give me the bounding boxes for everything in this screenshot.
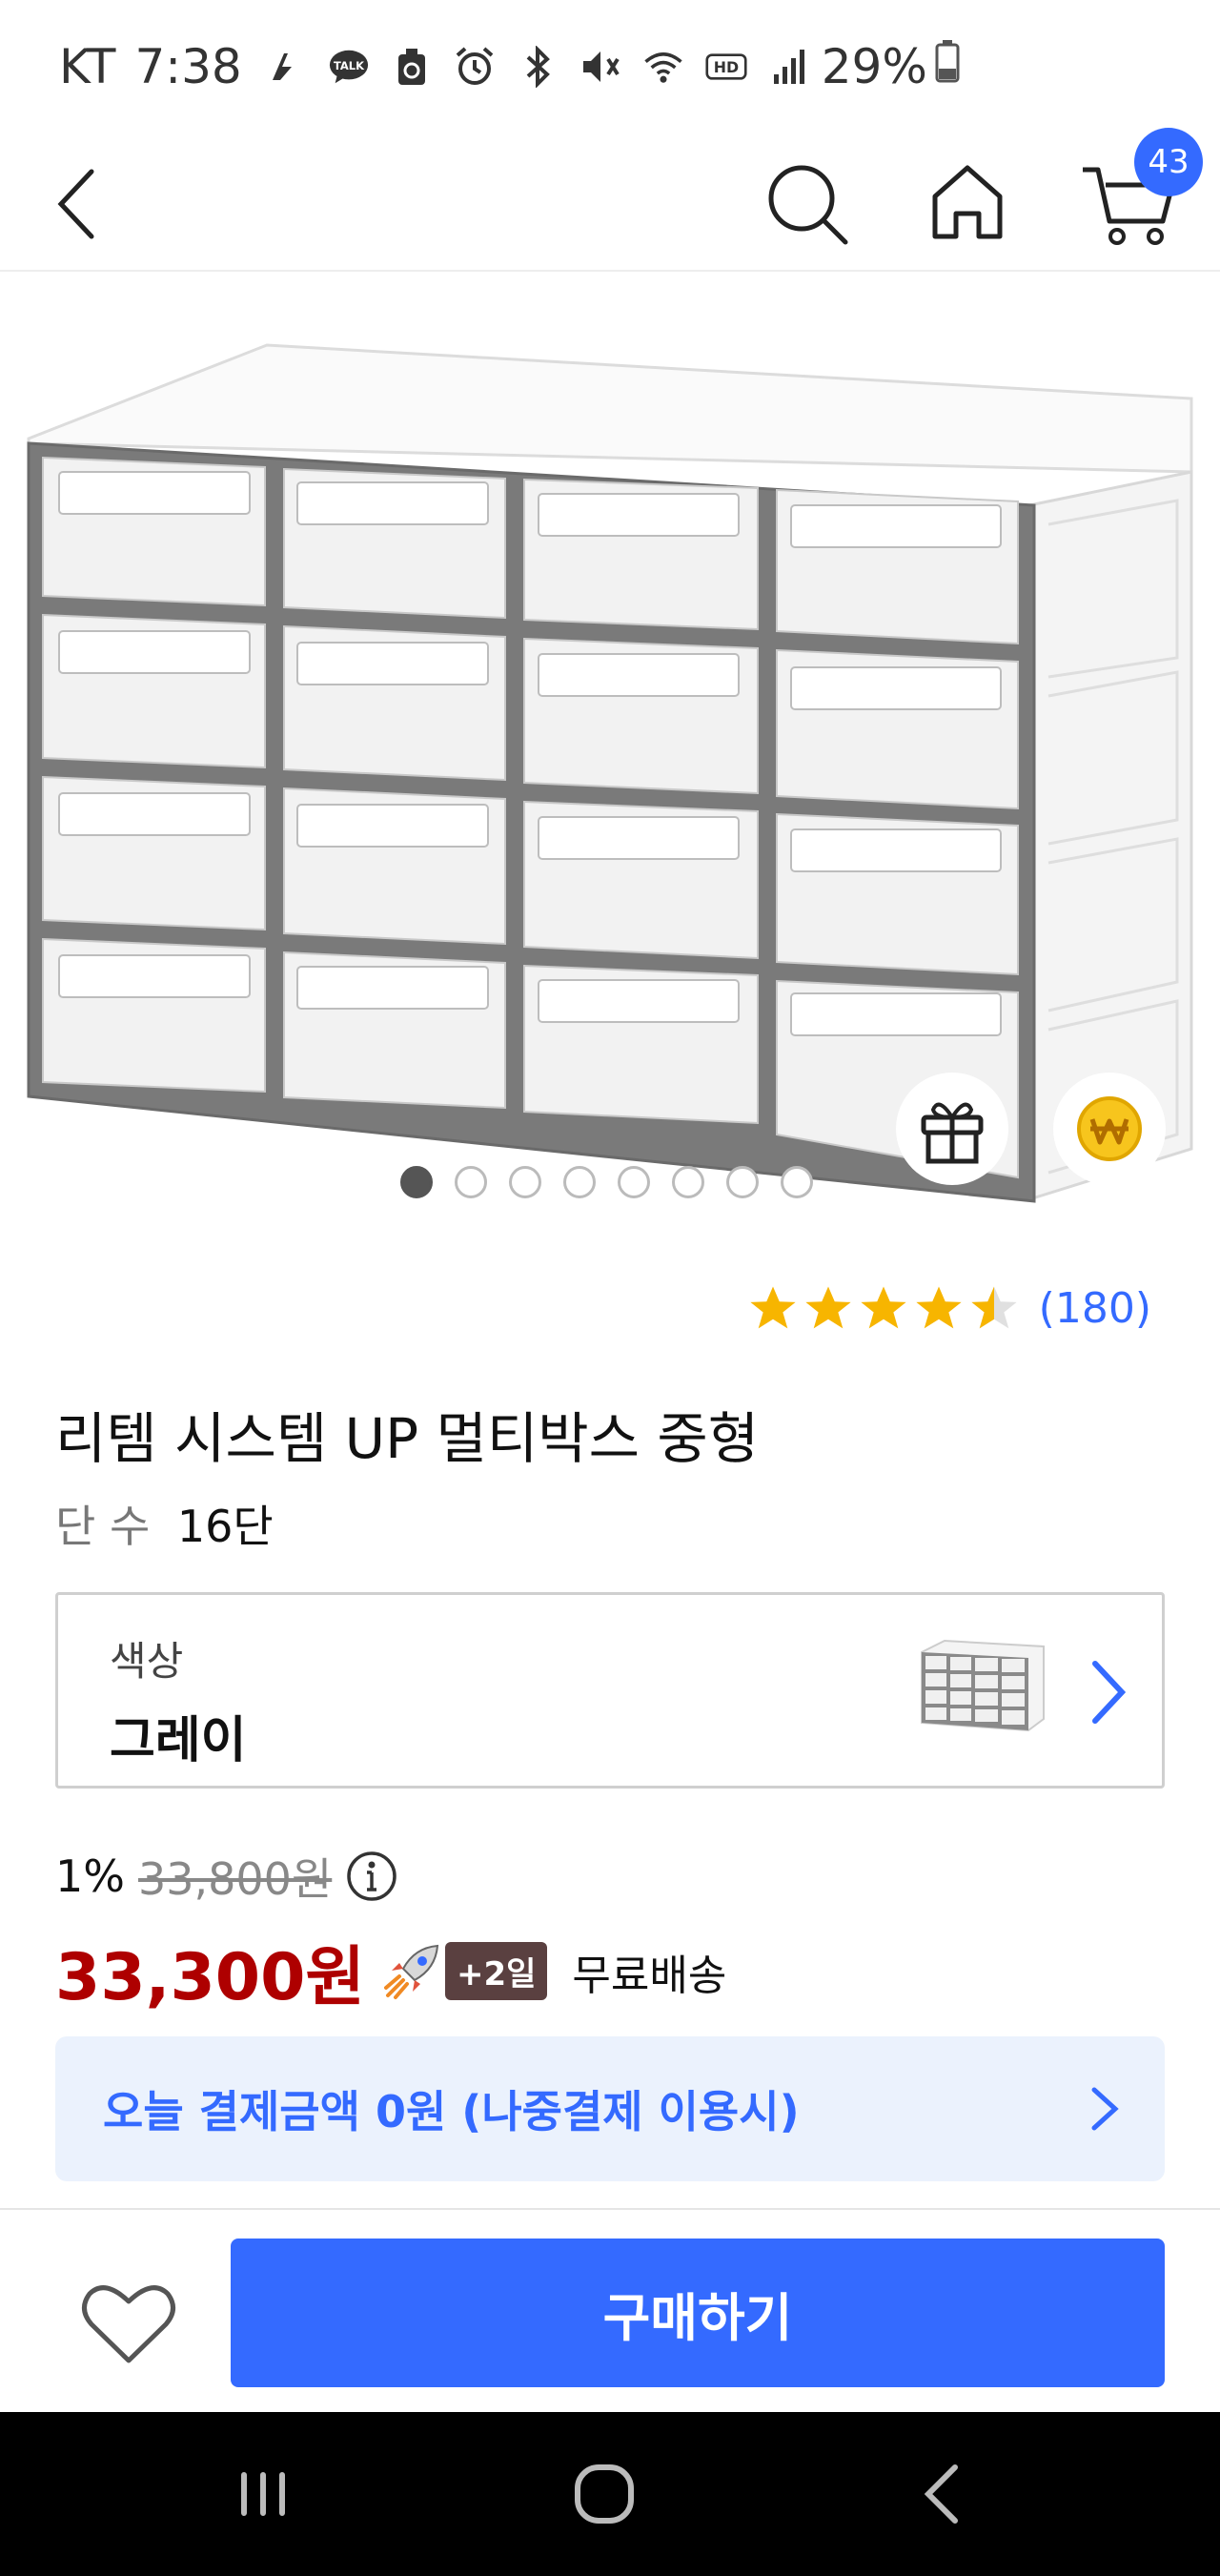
home-icon [932, 165, 1003, 239]
home-button[interactable] [920, 154, 1015, 250]
original-price: 33,800원 [137, 1853, 333, 1905]
review-count[interactable]: (180) [1039, 1284, 1151, 1333]
option-label: 색상 [110, 1638, 184, 1685]
option-thumbnail [921, 1639, 1045, 1732]
spec-value: 16단 [176, 1501, 274, 1552]
rating-stars [747, 1282, 1020, 1334]
color-option-selector[interactable]: 색상 그레이 [55, 1592, 1165, 1789]
sale-price: 33,300원 [55, 1940, 365, 2015]
signal-icon [768, 46, 810, 88]
star-half-icon [971, 1286, 1017, 1329]
won-coin-icon [1077, 1096, 1142, 1161]
status-right: 29% [822, 38, 962, 95]
discount-rate: 1% [55, 1850, 125, 1902]
chevron-right-icon [1091, 2087, 1119, 2131]
star-full-icon [750, 1286, 796, 1329]
info-icon[interactable] [345, 1850, 398, 1903]
pay-later-banner[interactable]: 오늘 결제금액 0원 (나중결제 이용시) [55, 2036, 1165, 2181]
recent-apps-button[interactable] [215, 2446, 311, 2542]
search-icon [768, 165, 848, 245]
talk-icon: TALK [328, 46, 370, 88]
svg-text:TALK: TALK [334, 59, 365, 72]
gift-icon [921, 1102, 984, 1164]
pay-later-text: 오늘 결제금액 0원 (나중결제 이용시) [103, 2086, 800, 2137]
back-button[interactable] [48, 154, 143, 250]
home-circle-icon [575, 2464, 634, 2524]
gallery-dot-active[interactable] [400, 1166, 433, 1198]
back-icon [57, 169, 94, 239]
back-nav-icon [924, 2464, 958, 2524]
gallery-dots [400, 1166, 813, 1198]
free-shipping-label: 무료배송 [572, 1951, 727, 2000]
app-header [0, 133, 1220, 272]
cash-reward-button[interactable] [1053, 1073, 1166, 1185]
heart-icon [82, 2285, 175, 2363]
mute-icon [580, 46, 621, 88]
gallery-dot[interactable] [509, 1166, 541, 1198]
gallery-dot[interactable] [781, 1166, 813, 1198]
buy-button[interactable]: 구매하기 [231, 2239, 1165, 2387]
search-button[interactable] [758, 154, 853, 250]
recent-apps-icon [241, 2472, 285, 2516]
status-bar: KT 7:38 TALK HD 29% [0, 0, 1220, 133]
system-nav-bar [0, 2412, 1220, 2576]
option-value: 그레이 [110, 1712, 247, 1769]
star-full-icon [861, 1286, 906, 1329]
battery-icon [933, 38, 962, 95]
clock-label: 7:38 [134, 39, 242, 94]
star-full-icon [916, 1286, 962, 1329]
wifi-icon [642, 46, 684, 88]
status-left: KT 7:38 [59, 39, 242, 94]
gallery-dot[interactable] [672, 1166, 704, 1198]
status-icons: TALK HD [265, 46, 810, 88]
battery-percent: 29% [821, 39, 927, 94]
back-nav-button[interactable] [898, 2446, 993, 2542]
rocket-status-icon [265, 46, 307, 88]
chevron-right-icon [1092, 1661, 1127, 1724]
gallery-dot[interactable] [726, 1166, 759, 1198]
hd-icon: HD [705, 46, 747, 88]
price-original-row: 1% 33,800원 [55, 1845, 398, 1908]
delivery-days-badge: +2일 [444, 1942, 548, 2000]
gallery-dot[interactable] [455, 1166, 487, 1198]
gallery-dot[interactable] [563, 1166, 596, 1198]
bluetooth-icon [517, 46, 559, 88]
product-title: 리템 시스템 UP 멀티박스 중형 [55, 1406, 760, 1471]
rocket-delivery-icon [383, 1944, 439, 1999]
recycle-icon [391, 46, 433, 88]
wishlist-button[interactable] [76, 2277, 181, 2372]
gift-button[interactable] [896, 1073, 1008, 1185]
product-image [27, 343, 1193, 1203]
svg-text:HD: HD [714, 58, 739, 76]
rating-summary[interactable]: (180) [747, 1282, 1151, 1334]
home-nav-button[interactable] [557, 2446, 652, 2542]
price-sale-row: 33,300원 +2일 무료배송 [55, 1924, 726, 2018]
carrier-label: KT [59, 39, 116, 94]
gallery-dot[interactable] [618, 1166, 650, 1198]
product-image-gallery[interactable] [0, 276, 1220, 1220]
cart-count-badge: 43 [1134, 128, 1203, 196]
bottom-action-bar: 구매하기 [0, 2208, 1220, 2412]
spec-label: 단 수 [55, 1501, 151, 1552]
star-full-icon [805, 1286, 851, 1329]
product-spec: 단 수 16단 [55, 1492, 274, 1555]
alarm-icon [454, 46, 496, 88]
